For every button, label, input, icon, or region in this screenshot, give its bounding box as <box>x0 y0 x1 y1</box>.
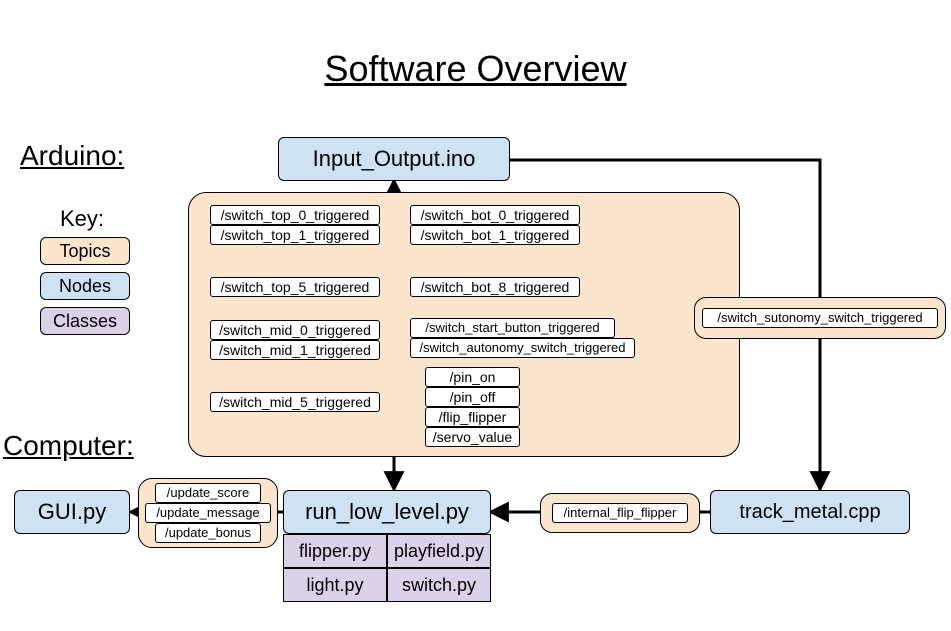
node-track-metal: track_metal.cpp <box>710 490 910 534</box>
section-computer-label: Computer: <box>3 430 134 462</box>
class-light: light.py <box>283 568 387 602</box>
topic-switch-mid-1: /switch_mid_1_triggered <box>210 340 380 360</box>
topic-switch-autonomy: /switch_autonomy_switch_triggered <box>410 338 635 358</box>
key-heading: Key: <box>60 206 104 232</box>
legend-classes: Classes <box>40 307 130 335</box>
topic-pin-off: /pin_off <box>425 387 520 407</box>
section-arduino-label: Arduino: <box>20 140 124 172</box>
topic-pin-on: /pin_on <box>425 367 520 387</box>
topic-switch-bot-8: /switch_bot_8_triggered <box>410 277 580 297</box>
topic-autonomy-switch: /switch_sutonomy_switch_triggered <box>702 308 938 328</box>
topic-switch-top-5: /switch_top_5_triggered <box>210 277 380 297</box>
topic-internal-flip-flipper: /internal_flip_flipper <box>552 503 688 523</box>
topic-switch-bot-0: /switch_bot_0_triggered <box>410 205 580 225</box>
topic-update-bonus: /update_bonus <box>155 523 261 543</box>
legend-nodes: Nodes <box>40 272 130 300</box>
class-flipper: flipper.py <box>283 534 387 568</box>
page-title: Software Overview <box>324 48 626 90</box>
topic-flip-flipper: /flip_flipper <box>425 407 520 427</box>
topic-switch-mid-0: /switch_mid_0_triggered <box>210 320 380 340</box>
topic-switch-bot-1: /switch_bot_1_triggered <box>410 225 580 245</box>
class-playfield: playfield.py <box>387 534 491 568</box>
topic-update-score: /update_score <box>155 483 261 503</box>
node-gui: GUI.py <box>14 490 130 534</box>
topic-switch-top-1: /switch_top_1_triggered <box>210 225 380 245</box>
topic-switch-start-button: /switch_start_button_triggered <box>410 318 615 338</box>
class-switch: switch.py <box>387 568 491 602</box>
topic-servo-value: /servo_value <box>425 427 520 447</box>
topic-switch-top-0: /switch_top_0_triggered <box>210 205 380 225</box>
node-run-low-level: run_low_level.py <box>283 490 491 534</box>
node-input-output: Input_Output.ino <box>278 137 510 181</box>
topic-switch-mid-5: /switch_mid_5_triggered <box>210 392 380 412</box>
legend-topics: Topics <box>40 237 130 265</box>
topic-update-message: /update_message <box>145 503 271 523</box>
